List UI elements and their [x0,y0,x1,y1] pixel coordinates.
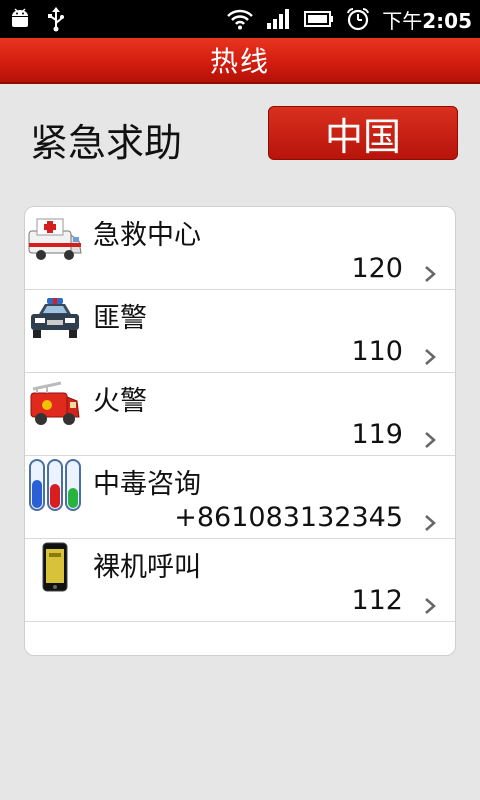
hotline-name: 裸机呼叫 [93,552,201,583]
wifi-icon [227,9,254,30]
police-car-icon [31,298,79,338]
list-item-police[interactable]: 匪警 110 [25,290,455,373]
list-item-ambulance[interactable]: 急救中心 120 [25,207,455,290]
signal-icon [267,9,290,29]
alarm-icon [347,8,370,31]
page-title: 热线 [209,45,270,78]
mobile-phone-icon [42,542,68,592]
hotline-name: 匪警 [93,303,147,334]
ambulance-icon [28,218,82,260]
chevron-right-icon [425,266,436,282]
usb-icon [48,7,64,32]
hotline-list: 急救中心 120 匪警 110 火警 119 中毒咨询 +86108313234… [24,206,456,656]
list-item-poison[interactable]: 中毒咨询 +861083132345 [25,456,455,539]
hotline-number: +861083132345 [174,502,403,533]
title-bar: 热线 [0,38,480,84]
chevron-right-icon [425,515,436,531]
chevron-right-icon [425,349,436,365]
android-icon [12,8,28,27]
hotline-name: 中毒咨询 [93,469,201,500]
country-select-button[interactable]: 中国 [268,106,458,160]
hotline-name: 火警 [93,386,147,417]
hotline-number: 112 [351,585,403,616]
list-item-fire[interactable]: 火警 119 [25,373,455,456]
status-bar: 下午2:05 [0,0,480,38]
test-tubes-icon [29,459,81,511]
hotline-name: 急救中心 [93,220,201,251]
chevron-right-icon [425,598,436,614]
emergency-label: 紧急求助 [30,121,183,165]
hotline-number: 119 [351,419,403,450]
hotline-number: 110 [351,336,403,367]
chevron-right-icon [425,432,436,448]
list-item-handset[interactable]: 裸机呼叫 112 [25,539,455,622]
battery-icon [304,11,334,27]
fire-truck-icon [30,381,80,425]
hotline-number: 120 [351,253,403,284]
status-time: 下午2:05 [382,8,472,33]
